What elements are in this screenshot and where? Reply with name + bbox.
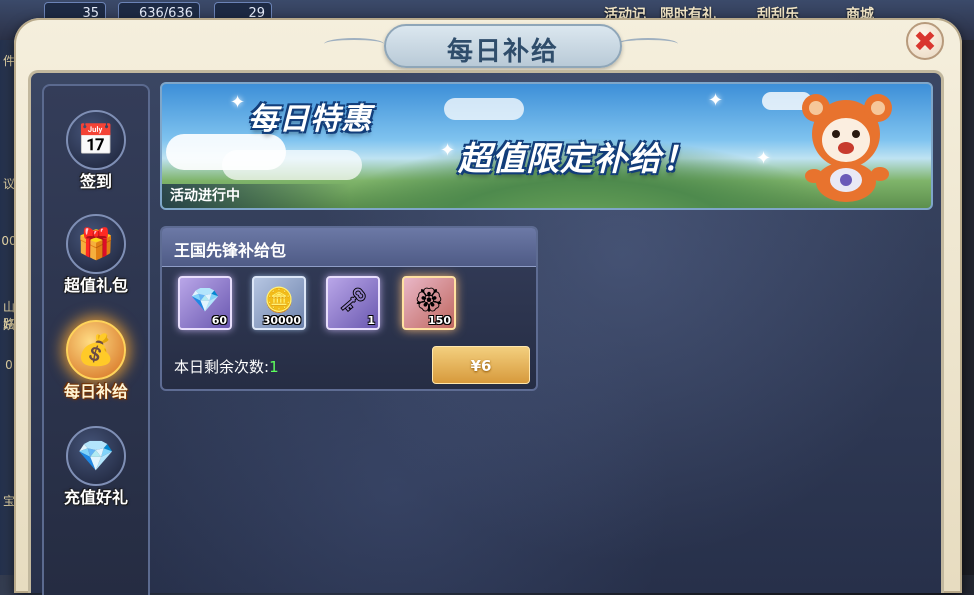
mascot-monkey-icon	[802, 94, 892, 202]
close-icon: ✖	[913, 24, 937, 58]
reward-item-gold-coin[interactable]: 🪙 30000	[252, 276, 306, 330]
sparkle-icon: ✦	[756, 148, 772, 169]
item-quantity: 1	[367, 314, 375, 327]
diamond-chest-icon: 💎	[66, 426, 126, 486]
remaining-purchases: 本日剩余次数:1	[174, 356, 279, 377]
item-quantity: 60	[211, 314, 227, 327]
activity-status: 活动进行中	[162, 184, 350, 208]
crystal-icon: 💎	[190, 286, 220, 314]
remaining-label: 本日剩余次数:	[174, 358, 270, 376]
tab-column: 📅 签到 🎁 超值礼包 💰 每日补给 💎 充值好礼	[42, 84, 150, 595]
close-button[interactable]: ✖	[906, 22, 944, 60]
reward-item-crystal[interactable]: 💎 60	[178, 276, 232, 330]
supply-pack-card: 王国先锋补给包 💎 60 🪙 30000 🗝 1 🏵 150 本日剩余次数:1 …	[160, 226, 538, 391]
tab-sign-in[interactable]: 📅 签到	[44, 106, 148, 206]
title-ornament-left	[324, 38, 384, 50]
sparkle-icon: ✦	[440, 140, 456, 161]
dialog-title: 每日补给	[446, 37, 559, 67]
buy-button[interactable]: ¥6	[432, 346, 530, 384]
tab-recharge-gift[interactable]: 💎 充值好礼	[44, 422, 148, 522]
sparkle-icon: ✦	[230, 92, 246, 113]
gift-box-icon: 🎁	[66, 214, 126, 274]
sparkle-icon: ✦	[708, 90, 724, 111]
remaining-count: 1	[269, 358, 279, 376]
banner-headline: 每日特惠	[248, 102, 372, 137]
cloud	[222, 150, 362, 180]
promo-banner: ✦ ✦ ✦ ✦ 每日特惠 超值限定补给！ 活动进行中	[160, 82, 933, 210]
title-ornament-right	[618, 38, 678, 50]
title-plate: 每日补给	[384, 24, 622, 68]
pack-title-bar: 王国先锋补给包	[162, 228, 536, 267]
item-quantity: 30000	[262, 314, 301, 327]
reward-item-key[interactable]: 🗝 1	[326, 276, 380, 330]
golden-token-icon: 🏵	[413, 286, 445, 314]
tab-label: 签到	[79, 172, 112, 191]
calendar-icon: 📅	[66, 110, 126, 170]
tab-label: 超值礼包	[63, 276, 128, 295]
gold-coin-icon: 🪙	[264, 286, 294, 314]
tab-value-pack[interactable]: 🎁 超值礼包	[44, 210, 148, 310]
reward-item-golden-token[interactable]: 🏵 150	[402, 276, 456, 330]
key-icon: 🗝	[337, 286, 369, 314]
item-quantity: 150	[428, 314, 451, 327]
treasure-chest-icon: 💰	[66, 320, 126, 380]
tab-label: 充值好礼	[63, 488, 128, 507]
tab-label: 每日补给	[63, 382, 128, 401]
banner-subheadline: 超值限定补给！	[458, 139, 696, 178]
tab-daily-supply[interactable]: 💰 每日补给	[44, 316, 148, 416]
cloud	[444, 98, 524, 120]
pack-name: 王国先锋补给包	[174, 241, 287, 260]
